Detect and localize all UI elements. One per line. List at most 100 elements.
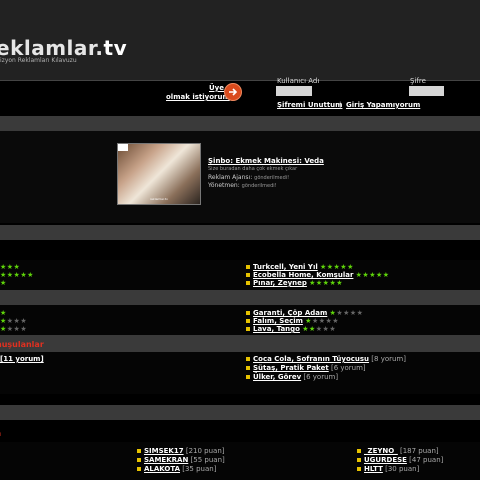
ad-link[interactable]: Pınar, Zeynep <box>253 279 307 287</box>
discussed-panel <box>0 352 480 394</box>
thumbnail-badge <box>118 144 128 151</box>
star-rating-empty: ★★★★ <box>311 317 340 325</box>
bullet-icon <box>246 265 250 269</box>
bullet-icon <box>246 366 250 370</box>
comment-count: [6 yorum] <box>330 364 366 372</box>
username-label: Kullanıcı Adı <box>277 77 320 85</box>
star-rating: ★★★★★ <box>0 271 34 279</box>
signup-arrow-button[interactable] <box>224 83 242 101</box>
password-input[interactable] <box>409 86 444 96</box>
bullet-icon <box>246 311 250 315</box>
list-item: _ZEYNO_ [187 puan] <box>357 447 439 455</box>
points-count: [187 puan] <box>399 447 439 455</box>
featured-director: Yönetmen: gönderilmedi! <box>208 182 277 189</box>
ad-link[interactable]: [11 yorum] <box>0 355 44 363</box>
password-label: Şifre <box>410 77 426 85</box>
user-link[interactable]: HLTT <box>364 465 383 473</box>
section-header-top-rated <box>0 225 480 240</box>
list-item: SAMEKRAN [55 puan] <box>137 456 225 464</box>
users-section-label: i <box>0 432 2 438</box>
thumbnail-caption: reklamlar.tv <box>150 197 168 201</box>
director-value: gönderilmedi! <box>241 183 277 189</box>
featured-title-link[interactable]: Şinbo: Ekmek Makinesi: Veda <box>208 157 324 165</box>
star-rating-empty: ★★★ <box>6 317 28 325</box>
cant-login-link[interactable]: Giriş Yapamıyorum <box>346 101 420 109</box>
points-count: [55 puan] <box>190 456 225 464</box>
list-item: ★★★★ <box>0 325 27 333</box>
star-rating: ★ <box>0 325 7 333</box>
points-count: [47 puan] <box>409 456 444 464</box>
most-discussed-title: nuşulanlar <box>0 340 44 349</box>
featured-description: Size buradan daha çok ekmek çıkar <box>208 166 298 172</box>
bullet-icon <box>246 281 250 285</box>
forgot-password-link[interactable]: Şifremi Unuttum <box>277 101 342 109</box>
points-count: [35 puan] <box>182 465 217 473</box>
agency-label: Reklam Ajansı: <box>208 174 253 181</box>
list-item: ★ <box>0 309 7 317</box>
bullet-icon <box>246 273 250 277</box>
list-item: ALAKOTA [35 puan] <box>137 465 216 473</box>
agency-value: gönderilmedi! <box>254 175 290 181</box>
ad-link[interactable]: Lava, Tango <box>253 325 300 333</box>
user-link[interactable]: ALAKOTA <box>144 465 180 473</box>
bullet-icon <box>137 449 141 453</box>
signup-link-line2[interactable]: olmak istiyorum <box>166 93 230 101</box>
section-header-discussed <box>0 335 480 352</box>
ad-link[interactable]: Coca Cola, Sofranın Tüyocusu <box>253 355 369 363</box>
ad-link[interactable]: Sütaş, Pratik Paket <box>253 364 329 372</box>
list-item: Turkcell, Yeni Yıl ★★★★★ <box>246 263 354 271</box>
ad-link[interactable]: Ülker, Görev <box>253 373 301 381</box>
star-rating: ★ <box>0 279 7 287</box>
points-count: [210 puan] <box>185 447 225 455</box>
login-link-separator: | <box>339 101 342 109</box>
bullet-icon <box>357 467 361 471</box>
points-count: [30 puan] <box>385 465 420 473</box>
bullet-icon <box>246 327 250 331</box>
bullet-icon <box>137 458 141 462</box>
list-item: Lava, Tango ★★★★★ <box>246 325 336 333</box>
signup-link-line1[interactable]: Üye <box>209 84 224 92</box>
logo-text-suffix: tv <box>103 36 128 60</box>
bullet-icon <box>246 357 250 361</box>
user-link[interactable]: SAMEKRAN <box>144 456 188 464</box>
star-rating: ★ <box>0 317 7 325</box>
bullet-icon <box>357 449 361 453</box>
username-input[interactable] <box>276 86 312 96</box>
list-item: HLTT [30 puan] <box>357 465 419 473</box>
director-label: Yönetmen: <box>208 182 240 189</box>
featured-agency: Reklam Ajansı: gönderilmedi! <box>208 174 289 181</box>
star-rating: ★★★★★ <box>309 279 344 287</box>
site-tagline: izyon Reklamları Kılavuzu <box>0 57 77 64</box>
user-link[interactable]: UGURDESE <box>364 456 407 464</box>
list-item: ★★★★ <box>0 317 27 325</box>
section-header-users <box>0 405 480 420</box>
star-rating-empty: ★★★★ <box>336 309 364 317</box>
ad-link[interactable]: Turkcell, Yeni Yıl <box>253 263 318 271</box>
star-rating: ★★★★★ <box>319 263 354 271</box>
bullet-icon <box>246 319 250 323</box>
list-item: ★ <box>0 279 7 287</box>
star-rating: ★ <box>0 309 7 317</box>
star-rating: ★ <box>305 317 312 325</box>
list-item: Ecobella Home, Komşular ★★★★★ <box>246 271 390 279</box>
ad-link[interactable]: Falım, Seçim <box>253 317 303 325</box>
list-item: [11 yorum] <box>0 355 44 363</box>
user-link[interactable]: _ZEYNO_ <box>364 447 398 455</box>
list-item: ★★★ <box>0 263 20 271</box>
star-rating: ★★★★★ <box>355 271 390 279</box>
bullet-icon <box>246 375 250 379</box>
section-header-low-rated <box>0 290 480 305</box>
list-item: SIMSEK17 [210 puan] <box>137 447 225 455</box>
list-item: UGURDESE [47 puan] <box>357 456 443 464</box>
list-item: ★★★★★ <box>0 271 34 279</box>
ad-link[interactable]: Ecobella Home, Komşular <box>253 271 353 279</box>
list-item: Coca Cola, Sofranın Tüyocusu [8 yorum] <box>246 355 406 363</box>
list-item: Ülker, Görev [6 yorum] <box>246 373 338 381</box>
star-rating-empty: ★★★ <box>6 325 28 333</box>
ad-link[interactable]: Garanti, Çöp Adam <box>253 309 327 317</box>
top-rated-panel <box>0 260 480 290</box>
list-item: Sütaş, Pratik Paket [6 yorum] <box>246 364 366 372</box>
user-link[interactable]: SIMSEK17 <box>144 447 184 455</box>
low-rated-panel <box>0 305 480 335</box>
featured-video-thumbnail[interactable] <box>117 143 201 205</box>
